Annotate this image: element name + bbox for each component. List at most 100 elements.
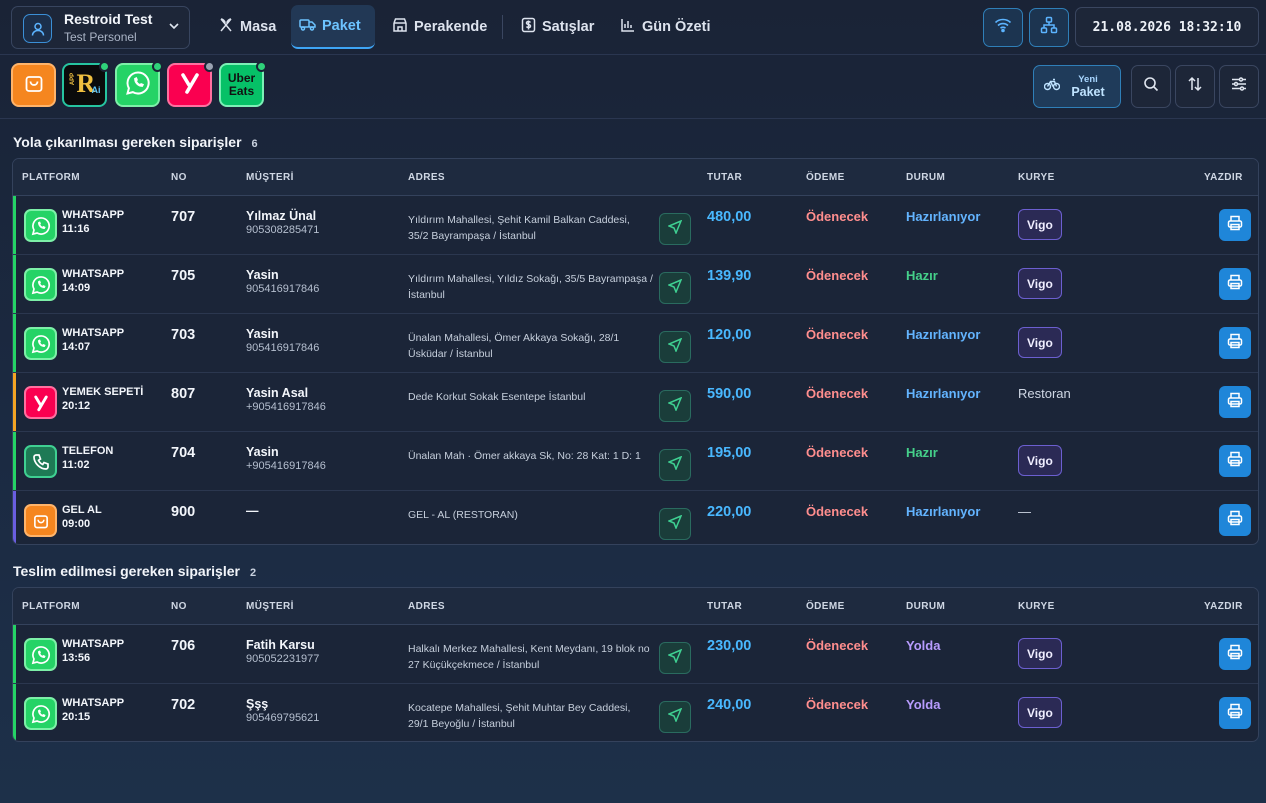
courier-badge[interactable]: Vigo xyxy=(1018,268,1062,299)
courier-badge[interactable]: Vigo xyxy=(1018,638,1062,669)
col-amount[interactable]: TUTAR xyxy=(707,601,742,612)
navigate-button[interactable] xyxy=(659,642,691,674)
clock-display: 21.08.2026 18:32:10 xyxy=(1075,7,1259,47)
print-button[interactable] xyxy=(1219,504,1251,536)
filter-button[interactable] xyxy=(1219,65,1259,108)
platform-ubereats-button[interactable]: Uber Eats xyxy=(219,61,267,107)
tab-gun-ozeti[interactable]: Gün Özeti xyxy=(612,5,718,49)
sort-button[interactable] xyxy=(1175,65,1215,108)
top-bar: Restroid Test Test Personel Masa Paket P… xyxy=(0,0,1266,55)
col-address[interactable]: ADRES xyxy=(408,172,445,183)
col-customer[interactable]: MÜŞTERİ xyxy=(246,172,294,183)
print-button[interactable] xyxy=(1219,268,1251,300)
col-platform[interactable]: PLATFORM xyxy=(22,172,80,183)
nav-divider xyxy=(502,15,503,39)
navigate-button[interactable] xyxy=(659,508,691,540)
platform-whatsapp-button[interactable] xyxy=(115,61,163,107)
navigate-button[interactable] xyxy=(659,701,691,733)
platform-gelal-button[interactable] xyxy=(11,63,56,107)
platform-yemeksepeti-button[interactable] xyxy=(167,61,215,107)
table-row[interactable]: WHATSAPP 14:07 703 Yasin 905416917846 Ünalan … xyxy=(13,314,1258,373)
col-amount[interactable]: TUTAR xyxy=(707,172,742,183)
table-row[interactable]: YEMEK SEPETİ 20:12 807 Yasin Asal +905416917… xyxy=(13,373,1258,432)
printer-icon xyxy=(1227,451,1243,472)
navigation-arrow-icon xyxy=(667,514,683,534)
table-row[interactable]: TELEFON 11:02 704 Yasin +905416917846 Ünalan … xyxy=(13,432,1258,491)
order-amount: 139,90 xyxy=(707,268,752,284)
col-no[interactable]: NO xyxy=(171,172,187,183)
col-customer[interactable]: MÜŞTERİ xyxy=(246,601,294,612)
table-row[interactable]: WHATSAPP 13:56 706 Fatih Karsu 905052231977 H… xyxy=(13,625,1258,684)
customer-name: Yasin xyxy=(246,445,279,459)
platform-stripe xyxy=(13,314,16,372)
table-row[interactable]: WHATSAPP 14:09 705 Yasin 905416917846 Yıldırı… xyxy=(13,255,1258,314)
col-status[interactable]: DURUM xyxy=(906,601,945,612)
platform-appr-button[interactable]: APP R Ai xyxy=(62,61,110,107)
tab-satislar[interactable]: Satışlar xyxy=(513,5,602,49)
table-row[interactable]: WHATSAPP 20:15 702 Şşş 905469795621 Kocatepe … xyxy=(13,684,1258,741)
col-payment[interactable]: ÖDEME xyxy=(806,601,845,612)
customer-phone: +905416917846 xyxy=(246,460,326,472)
navigate-button[interactable] xyxy=(659,213,691,245)
status-dot xyxy=(152,61,163,72)
order-number: 706 xyxy=(171,638,196,654)
tab-paket[interactable]: Paket xyxy=(291,5,375,49)
courier-badge[interactable]: Vigo xyxy=(1018,209,1062,240)
phone-icon xyxy=(24,445,57,478)
navigate-button[interactable] xyxy=(659,390,691,422)
navigate-button[interactable] xyxy=(659,449,691,481)
table-row[interactable]: GEL AL 09:00 900 — GEL - AL (RESTORAN) 220,00… xyxy=(13,491,1258,544)
order-amount: 120,00 xyxy=(707,327,752,343)
courier-badge[interactable]: Vigo xyxy=(1018,697,1062,728)
navigation-arrow-icon xyxy=(667,219,683,239)
col-courier[interactable]: KURYE xyxy=(1018,601,1055,612)
chevron-down-icon xyxy=(167,19,181,38)
courier-text: — xyxy=(1018,504,1031,519)
app-r-logo-icon: APP R Ai xyxy=(66,66,104,104)
print-button[interactable] xyxy=(1219,697,1251,729)
col-platform[interactable]: PLATFORM xyxy=(22,601,80,612)
new-package-button[interactable]: Yeni Paket xyxy=(1033,65,1121,108)
col-payment[interactable]: ÖDEME xyxy=(806,172,845,183)
payment-status: Ödenecek xyxy=(806,209,869,224)
order-status: Hazır xyxy=(906,445,938,460)
order-number: 707 xyxy=(171,209,196,225)
tab-gun-ozeti-label: Gün Özeti xyxy=(642,19,711,35)
tab-perakende[interactable]: Perakende xyxy=(384,5,495,49)
search-button[interactable] xyxy=(1131,65,1171,108)
col-courier[interactable]: KURYE xyxy=(1018,172,1055,183)
platform-name: WHATSAPP xyxy=(62,268,125,280)
platform-stripe xyxy=(13,196,16,254)
appr-ai-label: Ai xyxy=(91,85,101,95)
customer-name: Yılmaz Ünal xyxy=(246,209,317,223)
delivery-address: Yıldırım Mahallesi, Şehit Kamil Balkan C… xyxy=(408,214,630,242)
customer-phone: 905052231977 xyxy=(246,653,320,665)
delivery-address: Dede Korkut Sokak Esentepe İstanbul xyxy=(408,391,586,403)
platform-name: YEMEK SEPETİ xyxy=(62,386,144,398)
print-button[interactable] xyxy=(1219,209,1251,241)
courier-badge[interactable]: Vigo xyxy=(1018,327,1062,358)
bar-chart-icon xyxy=(620,17,642,37)
delivery-address: Ünalan Mah · Ömer akkaya Sk, No: 28 Kat:… xyxy=(408,450,641,462)
col-no[interactable]: NO xyxy=(171,601,187,612)
shopping-bag-icon xyxy=(24,504,57,537)
col-status[interactable]: DURUM xyxy=(906,172,945,183)
navigate-button[interactable] xyxy=(659,331,691,363)
section-title-text: Yola çıkarılması gereken siparişler xyxy=(13,134,242,150)
print-button[interactable] xyxy=(1219,445,1251,477)
print-button[interactable] xyxy=(1219,638,1251,670)
table-row[interactable]: WHATSAPP 11:16 707 Yılmaz Ünal 905308285471 Y… xyxy=(13,196,1258,255)
tab-masa-label: Masa xyxy=(240,19,277,35)
print-button[interactable] xyxy=(1219,386,1251,418)
account-switcher[interactable]: Restroid Test Test Personel xyxy=(11,6,190,49)
network-icon xyxy=(1040,16,1058,39)
courier-badge[interactable]: Vigo xyxy=(1018,445,1062,476)
print-button[interactable] xyxy=(1219,327,1251,359)
network-button[interactable] xyxy=(1029,8,1069,47)
navigate-button[interactable] xyxy=(659,272,691,304)
col-address[interactable]: ADRES xyxy=(408,601,445,612)
order-time: 20:12 xyxy=(62,400,91,412)
wifi-button[interactable] xyxy=(983,8,1023,47)
tab-masa[interactable]: Masa xyxy=(210,5,284,49)
order-time: 11:02 xyxy=(62,459,90,471)
